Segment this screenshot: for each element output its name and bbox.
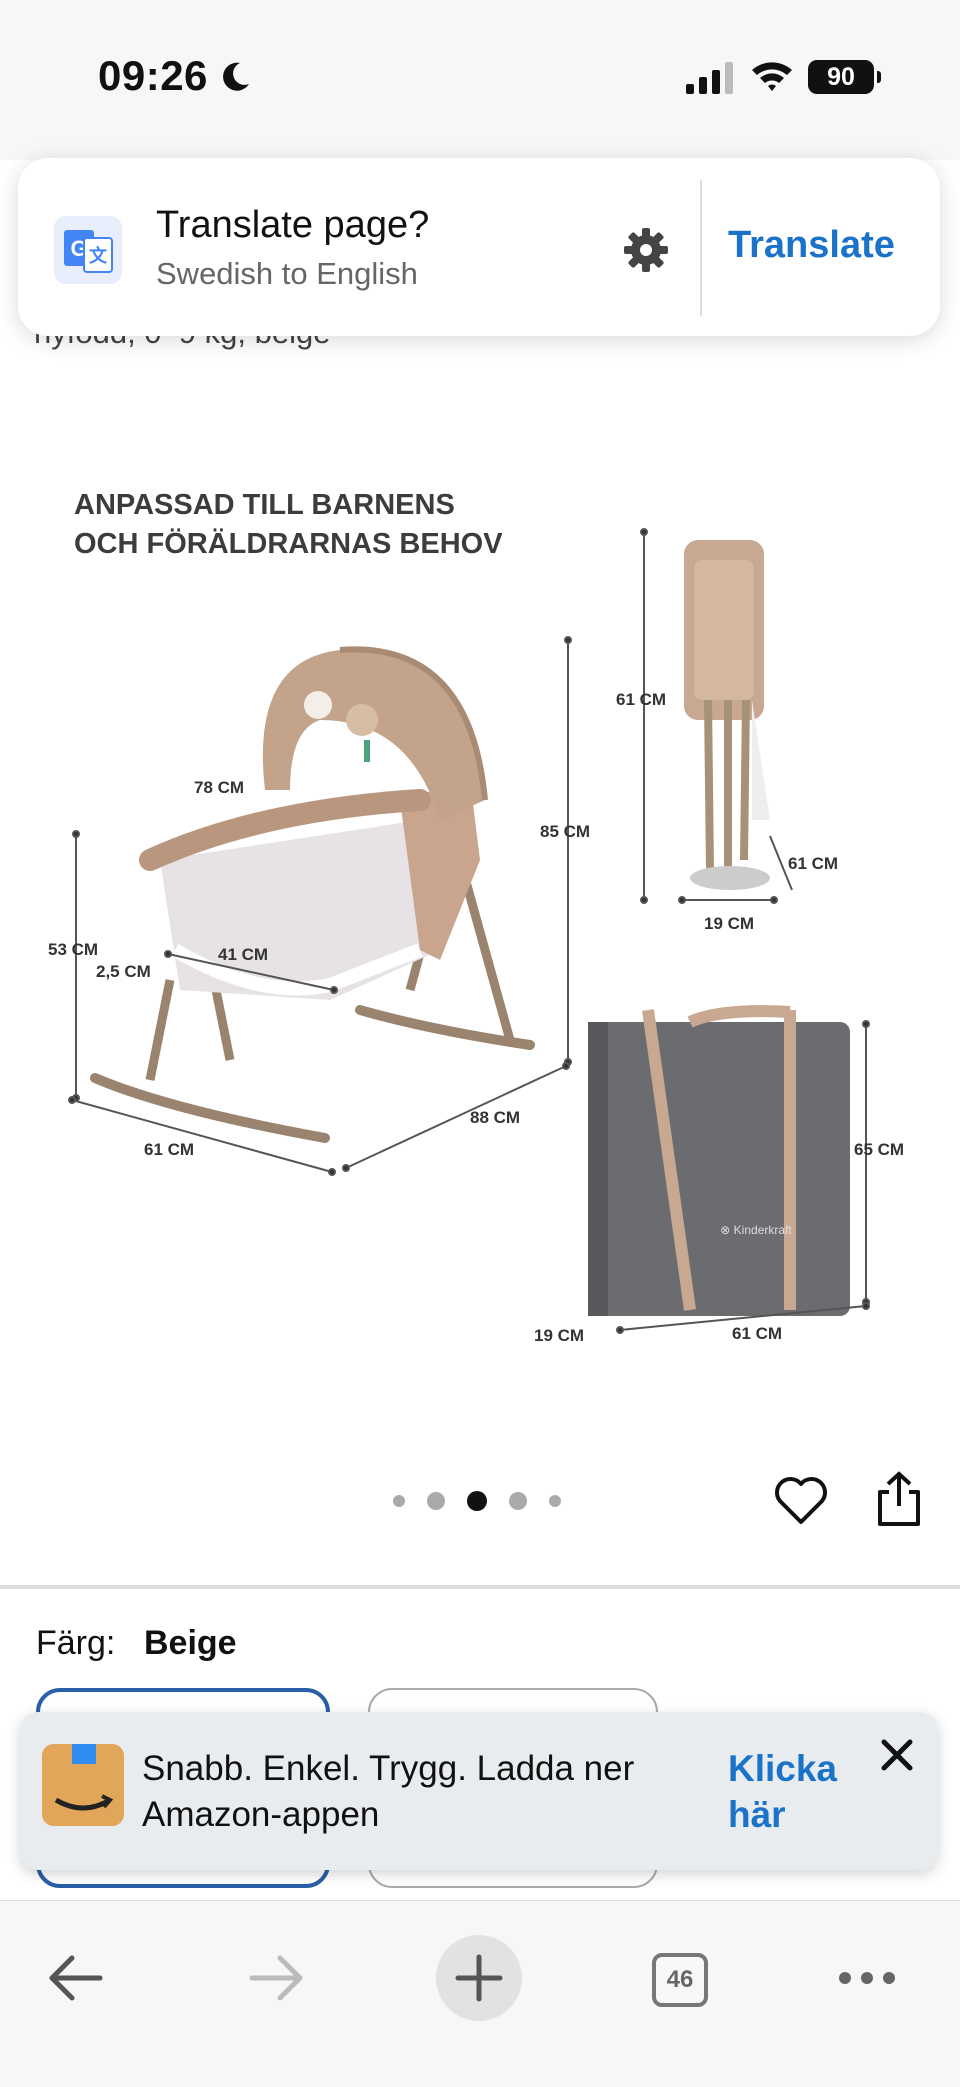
new-tab-button[interactable]: [436, 1935, 522, 2021]
carousel-dot[interactable]: [427, 1492, 445, 1510]
translate-button[interactable]: Translate: [728, 224, 895, 267]
folded-bassinet-illustration: [684, 540, 770, 890]
carousel-dot[interactable]: [549, 1495, 561, 1507]
svg-text:文: 文: [89, 245, 108, 266]
svg-text:⊗ Kinderkraft: ⊗ Kinderkraft: [720, 1223, 792, 1237]
dimension-label: 61 CM: [788, 854, 839, 873]
forward-arrow-icon[interactable]: [248, 1953, 306, 2003]
app-banner-cta-line2[interactable]: här: [728, 1792, 837, 1838]
dimension-label: 78 CM: [194, 778, 245, 797]
moon-icon: [223, 62, 249, 91]
app-banner-cta[interactable]: Klicka här: [728, 1746, 837, 1838]
dimension-label: 61 CM: [732, 1324, 783, 1343]
dimension-label: 61 CM: [144, 1140, 195, 1159]
carousel-dots[interactable]: [393, 1490, 583, 1512]
image-heading: ANPASSAD TILL BARNENS OCH FÖRÄLDRARNAS B…: [74, 486, 503, 564]
bassinet-illustration: [90, 646, 535, 1143]
dimension-label: 41 CM: [218, 945, 269, 964]
app-download-banner[interactable]: Snabb. Enkel. Trygg. Ladda ner Amazon-ap…: [20, 1712, 938, 1870]
status-time: 09:26: [98, 52, 208, 99]
dimension-label: 65 CM: [854, 1140, 905, 1159]
battery-indicator: 90: [808, 60, 881, 94]
translate-banner: G 文 Translate page? Swedish to English T…: [18, 158, 940, 336]
cellular-signal-icon: [686, 62, 733, 94]
image-heading-line1: ANPASSAD TILL BARNENS: [74, 489, 455, 521]
carousel-dot-active[interactable]: [467, 1491, 487, 1511]
color-value: Beige: [144, 1624, 237, 1662]
product-illustration: ⊗ Kinderkraft: [68, 528, 870, 1334]
more-options-icon[interactable]: [836, 1963, 898, 1993]
amazon-app-icon: [42, 1744, 124, 1826]
section-divider: [0, 1585, 960, 1589]
translate-subtitle: Swedish to English: [156, 256, 418, 291]
google-translate-icon: G 文: [54, 216, 122, 284]
carousel-dot[interactable]: [393, 1495, 405, 1507]
close-icon[interactable]: [876, 1734, 918, 1776]
carousel-dot[interactable]: [509, 1492, 527, 1510]
browser-toolbar: 46: [0, 1900, 960, 2087]
tab-count-button[interactable]: 46: [652, 1953, 708, 2007]
back-arrow-icon[interactable]: [46, 1953, 104, 2003]
product-image[interactable]: ⊗ Kinderkraft: [0, 440, 960, 1400]
transport-bag-illustration: ⊗ Kinderkraft: [588, 1005, 850, 1316]
plus-icon: [455, 1954, 503, 2002]
app-banner-text: Snabb. Enkel. Trygg. Ladda ner Amazon-ap…: [142, 1746, 634, 1838]
dimension-label: 85 CM: [540, 822, 591, 841]
dimension-label: 2,5 CM: [96, 962, 151, 981]
heart-icon[interactable]: [774, 1474, 828, 1528]
dimension-label: 19 CM: [704, 914, 755, 933]
app-banner-line1: Snabb. Enkel. Trygg. Ladda ner: [142, 1749, 635, 1788]
status-bar: 09:26 90: [0, 0, 960, 160]
app-banner-cta-line1[interactable]: Klicka: [728, 1746, 837, 1792]
banner-divider: [700, 180, 702, 316]
image-heading-line2: OCH FÖRÄLDRARNAS BEHOV: [74, 528, 503, 560]
dimension-label: 19 CM: [534, 1326, 585, 1345]
dimension-label: 61 CM: [616, 690, 667, 709]
dimension-label: 53 CM: [48, 940, 99, 959]
gear-icon[interactable]: [622, 226, 670, 274]
dimension-label: 88 CM: [470, 1108, 521, 1127]
share-icon[interactable]: [874, 1470, 924, 1528]
color-label: Färg:: [36, 1624, 116, 1662]
wifi-icon: [752, 62, 792, 91]
translate-title: Translate page?: [156, 204, 430, 246]
app-banner-line2: Amazon-appen: [142, 1795, 380, 1834]
